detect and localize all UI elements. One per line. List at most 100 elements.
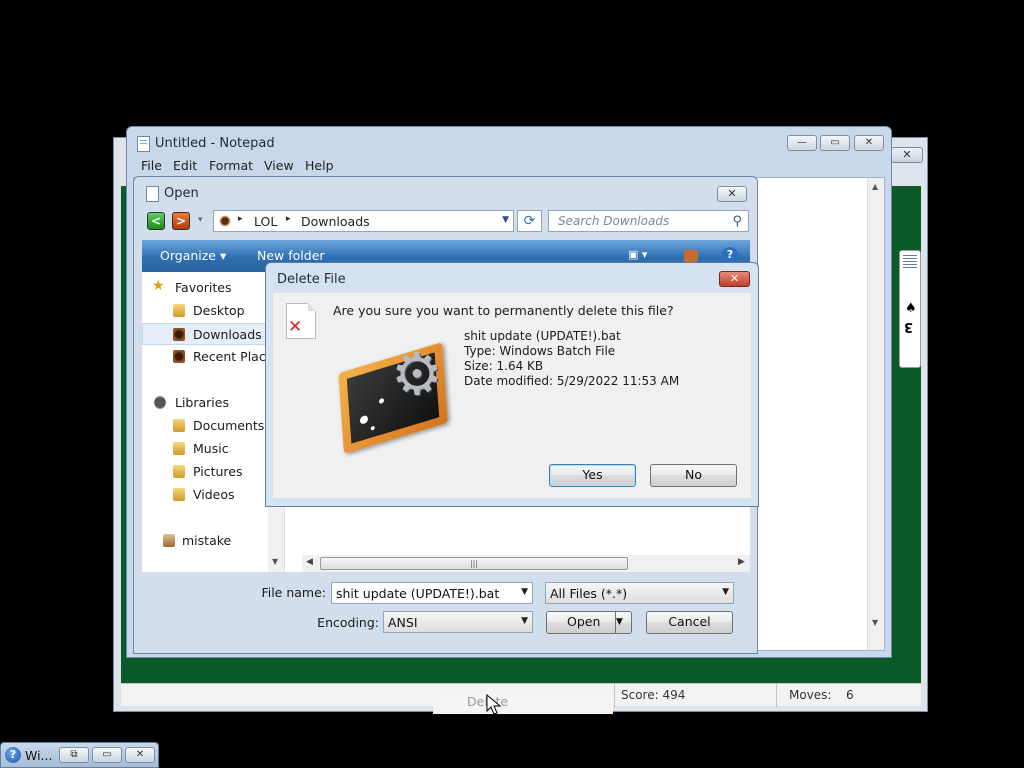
background-delete-button[interactable]: Delete [433, 690, 613, 714]
filename-input[interactable]: shit update (UPDATE!).bat ▼ [331, 582, 533, 604]
delete-dialog-title: Delete File [277, 272, 346, 287]
recent-pages-dropdown[interactable]: ▾ [198, 215, 203, 225]
minimized-window[interactable]: ? Wi... ⧉ ▭ ✕ [0, 742, 159, 768]
menu-edit[interactable]: Edit [173, 158, 197, 173]
highlight-dot [359, 414, 369, 425]
menu-view[interactable]: View [264, 158, 294, 173]
menu-format[interactable]: Format [209, 158, 253, 173]
nav-desktop[interactable]: Desktop [142, 300, 284, 322]
nav-videos[interactable]: Videos [142, 484, 284, 506]
card-rank: 3 [904, 319, 914, 334]
encoding-label: Encoding: [317, 615, 379, 630]
help-window-icon: ? [5, 747, 21, 763]
score-text: Score: 494 [621, 688, 686, 702]
nav-user-mistake[interactable]: mistake [142, 530, 284, 552]
open-dialog-title: Open [164, 186, 199, 201]
horizontal-scroll-thumb[interactable]: ||| [320, 557, 628, 570]
breadcrumb-separator-icon[interactable]: ▸ [238, 214, 243, 224]
star-icon: ★ [152, 278, 165, 294]
scroll-left-arrow-icon[interactable]: ◀ [306, 557, 313, 567]
forward-button[interactable]: > [172, 212, 190, 230]
delete-dialog-close-button[interactable]: ✕ [719, 271, 750, 287]
highlight-dot [370, 425, 375, 431]
encoding-select[interactable]: ANSI ▼ [383, 611, 533, 633]
open-button[interactable]: Open ▼ [546, 611, 632, 634]
address-bar[interactable]: ▸ LOL ▸ Downloads ▼ [213, 210, 514, 232]
breadcrumb-downloads[interactable]: Downloads [301, 214, 370, 229]
scroll-down-arrow-icon[interactable]: ▼ [872, 618, 878, 627]
notepad-title: Untitled - Notepad [155, 136, 275, 151]
file-name-text: shit update (UPDATE!).bat [464, 329, 621, 343]
downloads-folder-icon [219, 215, 231, 227]
organize-button[interactable]: Organize ▾ [160, 248, 226, 263]
back-button[interactable]: < [147, 212, 165, 230]
libraries-icon [154, 396, 166, 409]
open-split-dropdown-icon[interactable]: ▼ [615, 612, 631, 633]
nav-documents[interactable]: Documents [142, 415, 284, 437]
open-dialog-close-button[interactable]: ✕ [717, 186, 747, 202]
breadcrumb-separator-icon[interactable]: ▸ [286, 214, 291, 224]
nav-libraries-label: Libraries [175, 395, 229, 410]
file-type-select[interactable]: All Files (*.*) ▼ [545, 582, 734, 604]
filename-value: shit update (UPDATE!).bat [336, 586, 500, 601]
file-type-value: All Files (*.*) [550, 586, 628, 601]
delete-dialog-body: ✕ Are you sure you want to permanently d… [273, 293, 751, 498]
encoding-dropdown-icon[interactable]: ▼ [521, 616, 528, 626]
yes-button[interactable]: Yes [549, 464, 636, 487]
minimized-restore-button[interactable]: ⧉ [59, 747, 89, 763]
search-icon[interactable]: ⚲ [732, 214, 742, 229]
status-separator [776, 684, 777, 707]
nav-pictures-label: Pictures [193, 464, 243, 479]
new-folder-button[interactable]: New folder [257, 248, 325, 263]
menu-file[interactable]: File [141, 158, 162, 173]
notepad-maximize-button[interactable]: ▭ [820, 135, 850, 151]
nav-pictures[interactable]: Pictures [142, 461, 284, 483]
solitaire-close-button[interactable]: ✕ [891, 147, 923, 163]
open-dialog-icon [146, 186, 159, 202]
videos-icon [173, 488, 185, 501]
address-dropdown-icon[interactable]: ▼ [502, 215, 509, 225]
gear-icon: ⚙ [391, 340, 443, 408]
nav-recent-places[interactable]: Recent Places [142, 346, 284, 368]
nav-documents-label: Documents [193, 418, 265, 433]
notepad-icon [137, 136, 150, 152]
music-icon [173, 442, 185, 455]
notepad-minimize-button[interactable]: — [787, 135, 817, 151]
file-modified-text: Date modified: 5/29/2022 11:53 AM [464, 374, 680, 388]
preview-pane-icon[interactable] [684, 250, 698, 262]
scroll-right-arrow-icon[interactable]: ▶ [738, 557, 745, 567]
card-suit: ♠ [905, 301, 917, 316]
menu-help[interactable]: Help [305, 158, 334, 173]
pictures-icon [173, 465, 185, 478]
card-back-pattern [903, 255, 917, 269]
nav-favorites[interactable]: ★ Favorites [142, 277, 284, 299]
notepad-close-button[interactable]: ✕ [854, 135, 884, 151]
nav-scroll-down-icon[interactable]: ▼ [272, 557, 278, 566]
change-view-icon[interactable]: ▣ ▾ [628, 248, 647, 261]
nav-music-label: Music [193, 441, 229, 456]
desktop-icon [173, 304, 185, 317]
documents-icon [173, 419, 185, 432]
refresh-button[interactable]: ⟳ [517, 210, 542, 232]
nav-favorites-label: Favorites [175, 280, 232, 295]
file-type-dropdown-icon[interactable]: ▼ [722, 587, 729, 597]
minimized-close-button[interactable]: ✕ [125, 747, 155, 763]
scroll-up-arrow-icon[interactable]: ▲ [872, 182, 878, 191]
cancel-button[interactable]: Cancel [646, 611, 733, 634]
breadcrumb-lol[interactable]: LOL [254, 214, 277, 229]
no-button[interactable]: No [650, 464, 737, 487]
minimized-maximize-button[interactable]: ▭ [92, 747, 122, 763]
status-separator [614, 684, 615, 707]
minimized-window-title: Wi... [25, 748, 53, 763]
notepad-vertical-scrollbar[interactable]: ▲ ▼ [867, 178, 884, 650]
nav-libraries[interactable]: Libraries [142, 392, 284, 414]
file-list-horizontal-scrollbar[interactable]: ◀ ||| ▶ [302, 555, 750, 572]
search-input[interactable]: Search Downloads ⚲ [548, 210, 749, 232]
help-icon[interactable]: ? [722, 247, 738, 263]
batch-file-icon: ⚙ [337, 337, 457, 454]
filename-dropdown-icon[interactable]: ▼ [521, 587, 528, 597]
solitaire-card[interactable]: ♠ 3 [899, 250, 921, 368]
nav-music[interactable]: Music [142, 438, 284, 460]
user-folder-icon [163, 534, 175, 547]
nav-downloads[interactable]: Downloads [142, 323, 284, 345]
